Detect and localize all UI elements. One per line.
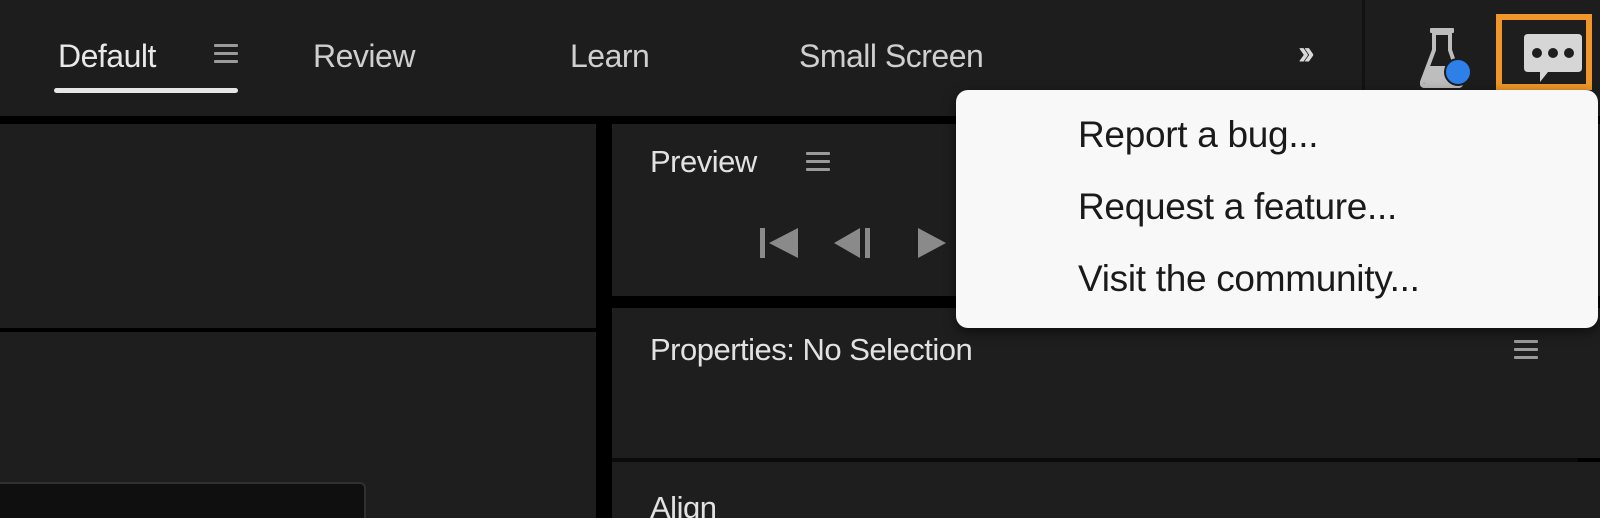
feedback-menu: Report a bug... Request a feature... Vis… — [956, 90, 1598, 328]
preview-panel-title: Preview — [650, 144, 757, 179]
preview-panel-menu-icon[interactable] — [806, 152, 830, 174]
align-panel — [612, 462, 1600, 518]
step-back-icon[interactable] — [832, 226, 874, 260]
menu-item-request-feature[interactable]: Request a feature... — [1078, 186, 1397, 228]
workspace-menu-icon[interactable] — [214, 44, 238, 66]
left-inner-field[interactable] — [0, 482, 366, 518]
workspace-tab-default[interactable]: Default — [58, 38, 156, 75]
feedback-button[interactable] — [1496, 14, 1592, 90]
flask-icon[interactable] — [1420, 26, 1470, 90]
workspace-tab-small-screen[interactable]: Small Screen — [799, 38, 984, 75]
active-tab-indicator — [54, 88, 238, 93]
properties-panel — [612, 308, 1600, 458]
more-workspaces-chevron-icon[interactable]: ›› — [1298, 34, 1314, 73]
go-to-first-frame-icon[interactable] — [758, 226, 800, 260]
properties-panel-title: Properties: No Selection — [650, 332, 973, 367]
workspace-tab-review[interactable]: Review — [313, 38, 415, 75]
align-panel-title: Align — [650, 490, 717, 518]
play-icon[interactable] — [914, 226, 948, 260]
left-panel-top — [0, 124, 596, 328]
properties-panel-menu-icon[interactable] — [1514, 340, 1538, 362]
menu-item-report-bug[interactable]: Report a bug... — [1078, 114, 1319, 156]
menu-item-visit-community[interactable]: Visit the community... — [1078, 258, 1420, 300]
workspace-tab-learn[interactable]: Learn — [570, 38, 650, 75]
speech-bubble-ellipsis-icon — [1524, 34, 1582, 82]
